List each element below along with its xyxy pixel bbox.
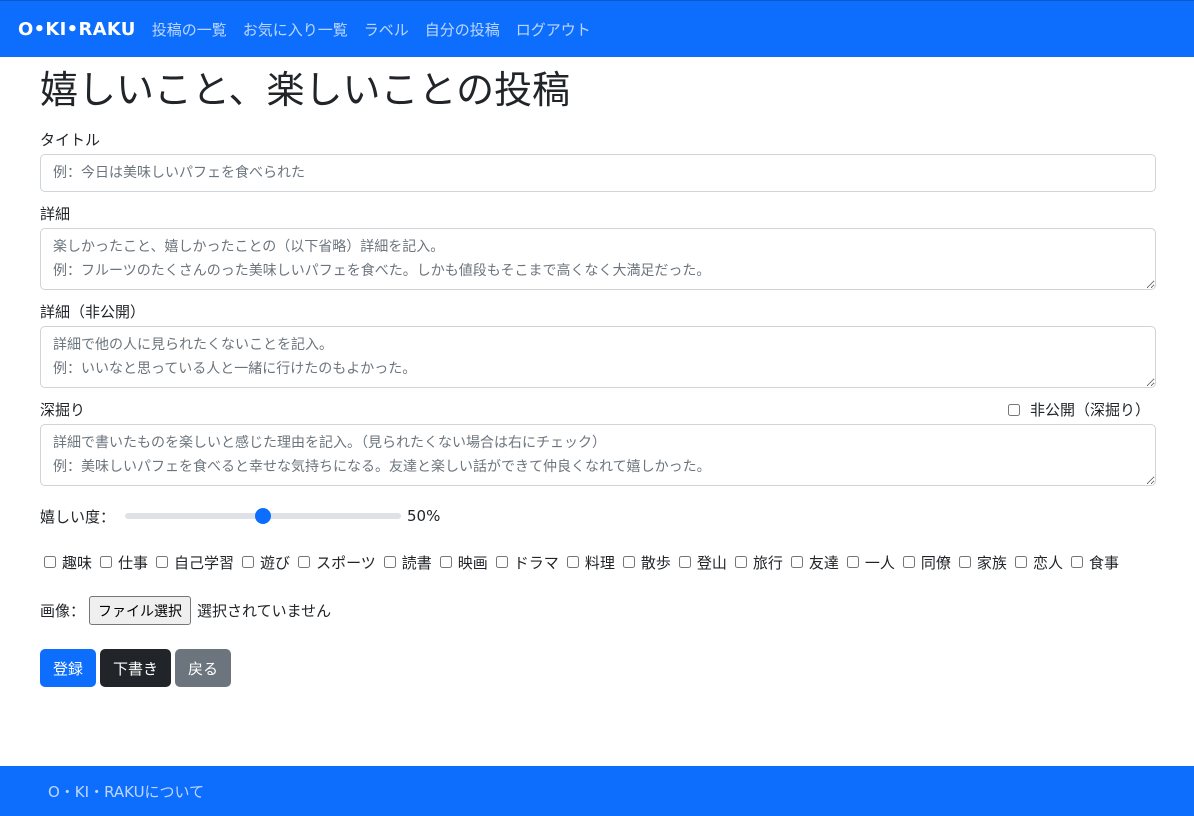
tag-checkbox[interactable] [495,556,508,568]
tag-checkbox[interactable] [383,556,396,568]
nav-link-logout[interactable]: ログアウト [516,19,591,40]
deep-label: 深掘り [40,401,86,419]
tag-option[interactable]: 同僚 [899,546,951,578]
tag-option[interactable]: 家族 [955,546,1007,578]
deep-private-checkbox[interactable] [1007,403,1020,416]
tag-label: 読書 [401,553,432,572]
tag-label: 家族 [976,553,1007,572]
private-detail-group: 詳細（非公開） [40,301,1156,388]
happiness-slider[interactable] [123,504,403,528]
private-detail-textarea[interactable] [40,326,1156,388]
title-input[interactable] [40,154,1156,192]
tag-label: 友達 [808,553,839,572]
image-label: 画像： [40,601,86,620]
footer: O・KI・RAKUについて [0,766,1194,816]
tag-checkbox[interactable] [902,556,915,568]
deep-private-label: 非公開（深掘り） [1029,401,1150,419]
nav-link-posts[interactable]: 投稿の一覧 [152,19,227,40]
nav-link-my-posts[interactable]: 自分の投稿 [425,19,500,40]
tag-option[interactable]: 一人 [843,546,895,578]
title-label: タイトル [40,131,101,149]
tag-checkbox[interactable] [1014,556,1027,568]
tag-option[interactable]: 旅行 [731,546,783,578]
nav-link-labels[interactable]: ラベル [364,19,409,40]
nav-link-favorites[interactable]: お気に入り一覧 [243,19,348,40]
tag-checkbox[interactable] [678,556,691,568]
tag-label: 散歩 [640,553,671,572]
tag-option[interactable]: 登山 [675,546,727,578]
brand-logo[interactable]: O•KI•RAKU [18,19,136,40]
tag-list: 趣味 仕事 自己学習 遊び スポーツ 読書 映画 ドラマ 料理 散歩 登山 旅行 友達 一人 同僚 家族 恋人 食… [40,546,1156,578]
tag-label: 自己学習 [174,553,235,572]
tag-label: 食事 [1088,553,1119,572]
page-title: 嬉しいこと、楽しいことの投稿 [40,68,571,112]
submit-button[interactable]: 登録 [40,649,97,687]
tag-option[interactable]: スポーツ [294,546,376,578]
tag-checkbox[interactable] [242,556,255,568]
tag-label: 登山 [696,553,727,572]
tag-label: 旅行 [752,553,783,572]
footer-about-link[interactable]: O・KI・RAKUについて [48,781,204,802]
back-button[interactable]: 戻る [175,649,232,687]
tag-checkbox[interactable] [44,556,56,568]
deep-private-toggle[interactable]: 非公開（深掘り） [1007,399,1150,420]
tag-option[interactable]: 趣味 [40,546,92,578]
tag-label: 映画 [457,553,488,572]
tag-option[interactable]: 読書 [380,546,432,578]
tag-checkbox[interactable] [439,556,452,568]
tag-option[interactable]: 仕事 [96,546,148,578]
title-group: タイトル [40,129,1156,192]
tag-option[interactable]: 散歩 [619,546,671,578]
deep-group: 深掘り 非公開（深掘り） [40,399,1156,486]
file-status: 選択されていません [197,601,332,620]
tag-checkbox[interactable] [622,556,635,568]
tag-option[interactable]: 自己学習 [152,546,234,578]
tag-option[interactable]: 食事 [1067,546,1119,578]
tag-checkbox[interactable] [298,556,311,568]
happiness-slider-thumb[interactable] [255,508,272,524]
tag-checkbox[interactable] [846,556,859,568]
tag-option[interactable]: 恋人 [1011,546,1063,578]
happiness-row: 嬉しい度： 50% [40,504,1156,528]
navbar: O•KI•RAKU 投稿の一覧 お気に入り一覧 ラベル 自分の投稿 ログアウト [0,0,1194,57]
file-select-button[interactable]: ファイル選択 [89,595,192,625]
deep-header: 深掘り 非公開（深掘り） [40,399,1156,420]
tag-label: 趣味 [62,553,93,572]
tag-label: 同僚 [920,553,951,572]
tag-checkbox[interactable] [156,556,169,568]
tag-label: ドラマ [513,553,559,572]
tag-checkbox[interactable] [734,556,747,568]
tag-option[interactable]: ドラマ [492,546,559,578]
tag-option[interactable]: 料理 [563,546,615,578]
detail-textarea[interactable] [40,228,1156,290]
tag-option[interactable]: 遊び [238,546,290,578]
tag-label: 料理 [584,553,615,572]
image-row: 画像： ファイル選択 選択されていません [40,595,1156,625]
detail-group: 詳細 [40,203,1156,290]
private-detail-label: 詳細（非公開） [40,303,146,321]
tag-label: 一人 [864,553,895,572]
tag-checkbox[interactable] [566,556,579,568]
detail-label: 詳細 [40,205,71,223]
main-content: 嬉しいこと、楽しいことの投稿 タイトル 詳細 詳細（非公開） 深掘り 非公開（深… [40,57,1156,687]
happiness-label: 嬉しい度： [40,507,116,526]
tag-label: 恋人 [1032,553,1063,572]
tag-checkbox[interactable] [958,556,971,568]
happiness-value: 50% [407,507,441,525]
tag-option[interactable]: 友達 [787,546,839,578]
draft-button[interactable]: 下書き [100,649,172,687]
action-buttons: 登録 下書き 戻る [40,649,1156,687]
tag-checkbox[interactable] [100,556,113,568]
tag-label: 遊び [260,553,291,572]
tag-checkbox[interactable] [790,556,803,568]
deep-textarea[interactable] [40,424,1156,486]
tag-checkbox[interactable] [1070,556,1083,568]
tag-label: 仕事 [118,553,149,572]
tag-option[interactable]: 映画 [436,546,488,578]
tag-label: スポーツ [316,553,376,572]
